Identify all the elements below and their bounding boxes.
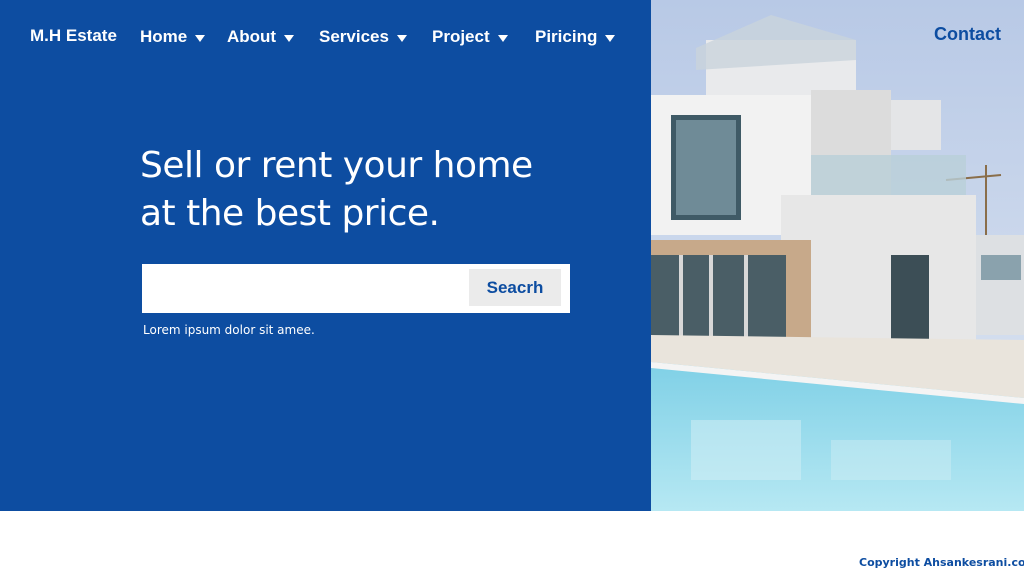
nav-item-services[interactable]: Services bbox=[319, 27, 407, 47]
nav-item-project[interactable]: Project bbox=[432, 27, 508, 47]
house-photo bbox=[651, 0, 1024, 511]
nav-item-home[interactable]: Home bbox=[140, 27, 206, 47]
nav-item-home-label: Home bbox=[140, 27, 188, 46]
hero-left-panel bbox=[0, 0, 651, 511]
nav-item-pricing-label: Piricing bbox=[535, 27, 598, 46]
hero-headline: Sell or rent your home at the best price… bbox=[140, 142, 580, 238]
hero-caption: Lorem ipsum dolor sit amee. bbox=[143, 323, 315, 337]
caret-down-icon bbox=[605, 34, 616, 42]
brand-logo[interactable]: M.H Estate bbox=[30, 26, 117, 46]
caret-down-icon bbox=[195, 34, 206, 42]
copyright-text: Copyright Ahsankesrani.com bbox=[859, 556, 1024, 569]
nav-item-pricing[interactable]: Piricing bbox=[535, 27, 616, 47]
nav-item-project-label: Project bbox=[432, 27, 490, 46]
caret-down-icon bbox=[284, 34, 295, 42]
nav-item-about[interactable]: About bbox=[227, 27, 295, 47]
hero-headline-line2: at the best price. bbox=[140, 193, 440, 234]
hero-headline-line1: Sell or rent your home bbox=[140, 145, 533, 186]
nav-item-services-label: Services bbox=[319, 27, 389, 46]
search-input[interactable] bbox=[142, 264, 462, 313]
contact-link[interactable]: Contact bbox=[934, 24, 1001, 45]
caret-down-icon bbox=[497, 34, 508, 42]
search-button[interactable]: Seacrh bbox=[469, 269, 561, 306]
nav-item-about-label: About bbox=[227, 27, 277, 46]
caret-down-icon bbox=[396, 34, 407, 42]
hero-section: M.H Estate Home About Services Project P… bbox=[0, 0, 1024, 511]
